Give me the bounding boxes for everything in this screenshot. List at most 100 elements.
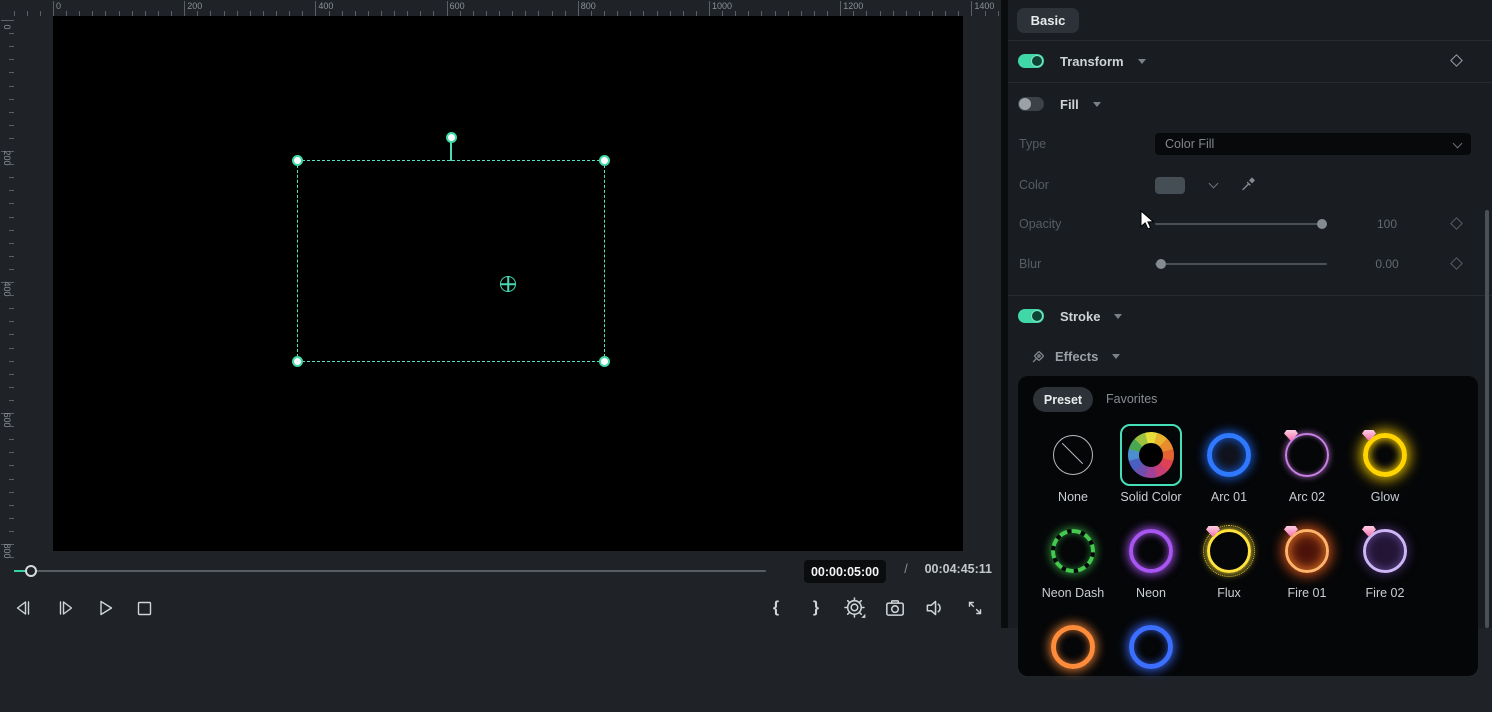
panel-scrollbar-thumb[interactable]	[1485, 210, 1489, 628]
preset-thumbnail-neon	[1129, 529, 1173, 573]
preset-label: Fire 02	[1366, 586, 1405, 602]
separator	[1008, 295, 1492, 296]
anchor-point-icon[interactable]	[500, 276, 516, 292]
preset-cell-arc-01: Arc 01	[1190, 424, 1268, 520]
fill-expand-caret-icon[interactable]	[1093, 102, 1101, 107]
tab-basic[interactable]: Basic	[1017, 8, 1079, 33]
preset-solid-color[interactable]	[1120, 424, 1182, 486]
volume-button[interactable]	[922, 595, 948, 621]
preset-label: Arc 01	[1211, 490, 1247, 506]
tab-favorites[interactable]: Favorites	[1106, 392, 1157, 406]
preset-flux[interactable]	[1198, 520, 1260, 582]
effects-expand-caret-icon[interactable]	[1112, 354, 1120, 359]
opacity-slider-handle[interactable]	[1317, 219, 1327, 229]
preset-cell-glow: Glow	[1346, 424, 1424, 520]
fill-type-row: Type Color Fill	[1008, 132, 1492, 156]
preset-cell-neon: Neon	[1112, 520, 1190, 616]
mark-in-button[interactable]: {	[763, 595, 789, 621]
tab-preset[interactable]: Preset	[1033, 387, 1093, 412]
resize-handle-top-right[interactable]	[599, 155, 610, 166]
preset-cell-fire-02: Fire 02	[1346, 520, 1424, 616]
fill-label: Fill	[1060, 97, 1079, 112]
stroke-toggle[interactable]	[1018, 309, 1044, 323]
fill-type-dropdown[interactable]: Color Fill	[1155, 133, 1471, 155]
preset-arc-02[interactable]	[1276, 424, 1338, 486]
preset-fire-02[interactable]	[1354, 520, 1416, 582]
pen-nib-icon	[1031, 348, 1047, 364]
blur-slider-handle[interactable]	[1156, 259, 1166, 269]
transform-expand-caret-icon[interactable]	[1138, 59, 1146, 64]
stop-button[interactable]	[132, 596, 156, 620]
preset-cell-arc-02: Arc 02	[1268, 424, 1346, 520]
next-frame-button[interactable]	[53, 596, 77, 620]
panel-divider	[1001, 0, 1008, 628]
eyedropper-icon[interactable]	[1240, 176, 1256, 192]
timecode-separator: /	[898, 562, 914, 576]
toggle-knob	[1031, 55, 1043, 67]
seekbar-track[interactable]	[14, 570, 766, 572]
mark-out-button[interactable]: }	[803, 595, 829, 621]
preset-cell-fire-01: Fire 01	[1268, 520, 1346, 616]
opacity-keyframe-icon[interactable]	[1450, 217, 1463, 230]
preset-partial-orange[interactable]	[1042, 616, 1104, 678]
playback-settings-button[interactable]	[842, 595, 868, 621]
transform-toggle[interactable]	[1018, 54, 1044, 68]
rotation-handle[interactable]	[446, 132, 457, 143]
mouse-cursor	[1140, 210, 1162, 232]
preset-thumbnail-arc-01	[1207, 433, 1251, 477]
blur-value: 0.00	[1365, 257, 1409, 271]
preset-neon[interactable]	[1120, 520, 1182, 582]
preset-label: Fire 01	[1288, 586, 1327, 602]
opacity-slider-track[interactable]	[1155, 223, 1327, 225]
preset-cell-neon-dash: Neon Dash	[1034, 520, 1112, 616]
fill-toggle[interactable]	[1018, 97, 1044, 111]
preset-glow[interactable]	[1354, 424, 1416, 486]
properties-panel: Basic Transform Fill Type Color Fill Col…	[1008, 0, 1492, 628]
separator	[1008, 40, 1492, 41]
fullscreen-button[interactable]	[962, 595, 988, 621]
color-swatch[interactable]	[1155, 177, 1185, 194]
snapshot-button[interactable]	[882, 595, 908, 621]
preset-thumbnail-partial-orange	[1051, 625, 1095, 669]
fill-color-row: Color	[1008, 173, 1492, 197]
selection-rectangle[interactable]	[297, 160, 605, 362]
preset-grid: NoneSolid ColorArc 01Arc 02GlowNeon Dash…	[1034, 424, 1424, 712]
toggle-knob	[1019, 98, 1031, 110]
fill-blur-row: Blur 0.00	[1008, 252, 1492, 276]
resize-handle-bottom-left[interactable]	[292, 356, 303, 367]
timecode-current: 00:00:05:00	[804, 560, 886, 583]
preset-neon-dash[interactable]	[1042, 520, 1104, 582]
chevron-down-icon	[1453, 138, 1463, 148]
transform-keyframe-icon[interactable]	[1450, 54, 1463, 67]
next-frame-icon	[54, 597, 76, 619]
separator	[1008, 82, 1492, 83]
camera-icon	[883, 596, 907, 620]
ruler-vertical: 0200400600800	[0, 16, 14, 561]
preset-arc-01[interactable]	[1198, 424, 1260, 486]
stroke-expand-caret-icon[interactable]	[1114, 314, 1122, 319]
preset-thumbnail-none	[1053, 435, 1093, 475]
effects-label: Effects	[1055, 349, 1098, 364]
ruler-horizontal: 0200400600800100012001400	[0, 0, 1001, 16]
resize-handle-top-left[interactable]	[292, 155, 303, 166]
previous-frame-button[interactable]	[12, 596, 36, 620]
preset-partial-blue[interactable]	[1120, 616, 1182, 678]
seekbar-handle[interactable]	[25, 565, 37, 577]
preset-none[interactable]	[1042, 424, 1104, 486]
stroke-presets-panel: Preset Favorites NoneSolid ColorArc 01Ar…	[1018, 376, 1478, 676]
preset-fire-01[interactable]	[1276, 520, 1338, 582]
resize-handle-bottom-right[interactable]	[599, 356, 610, 367]
transform-row: Transform	[1008, 49, 1492, 73]
play-icon	[94, 597, 116, 619]
tab-basic-label: Basic	[1031, 13, 1066, 28]
blur-keyframe-icon[interactable]	[1450, 257, 1463, 270]
blur-slider-track[interactable]	[1155, 263, 1327, 265]
tab-preset-label: Preset	[1044, 393, 1082, 407]
preset-label: Neon Dash	[1042, 586, 1105, 602]
preset-label: Glow	[1371, 490, 1399, 506]
play-button[interactable]	[93, 596, 117, 620]
transform-label: Transform	[1060, 54, 1124, 69]
fill-opacity-row: Opacity 100	[1008, 212, 1492, 236]
toggle-knob	[1031, 310, 1043, 322]
color-chevron-down-icon[interactable]	[1209, 179, 1219, 189]
